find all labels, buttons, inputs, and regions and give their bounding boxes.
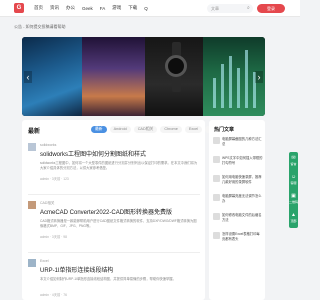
article-desc: 本文介绍如何制作URP-1l单指形连接线段结构图，并提供简单易懂的步骤，帮助你快…: [40, 277, 176, 281]
article-item[interactable]: CAD相关 AcmeCAD Converter2022-CAD图形转换器免费版 …: [28, 201, 200, 251]
article-tag[interactable]: solidworks: [40, 143, 56, 147]
sidebar-thumb[interactable]: [213, 213, 220, 220]
sidebar-item-label[interactable]: WPS文字中如何插入带框的打勾符号: [222, 156, 263, 165]
sidebar-thumb[interactable]: [213, 137, 220, 144]
sidebar-item[interactable]: 怎样设置Excel表格打印每页都有表头: [213, 232, 263, 250]
article-desc: CAD格式转换器是一款能够帮助用户进行CAD图纸文件格式转换的软件，支持DXF/…: [40, 219, 197, 228]
sidebar-item-label[interactable]: 怎样设置Excel表格打印每页都有表头: [222, 232, 263, 241]
slide-image[interactable]: [82, 37, 145, 116]
article-title[interactable]: AcmeCAD Converter2022-CAD图形转换器免费版: [40, 207, 172, 216]
bar-decor: [213, 78, 216, 108]
sidebar-item-label[interactable]: 电脑屏幕亮度无法调节怎么办: [222, 194, 263, 203]
top-navbar: G 首页 资讯 办公 Geek FA 游戏 下载 Q 文章 ⌕ 登录: [0, 0, 300, 17]
qrcode-icon: ▣: [291, 193, 296, 199]
nav-item-download[interactable]: 下载: [128, 5, 137, 11]
article-item[interactable]: Excel URP-1l单指形连接线段结构 本文介绍如何制作URP-1l单指形连…: [28, 259, 200, 300]
float-top-button[interactable]: ▲ 顶部: [289, 209, 298, 228]
sidebar-item-label[interactable]: 如何修改电脑文件的后缀名方法: [222, 213, 263, 222]
float-message-button[interactable]: ✉ 留言: [289, 152, 298, 171]
sidebar-thumb[interactable]: [213, 194, 220, 201]
nav-item-geek[interactable]: Geek: [82, 6, 93, 11]
tab-excel[interactable]: Excel: [184, 126, 203, 133]
article-meta: admin · 3天前 · 123: [40, 177, 69, 181]
section-title: 最新: [28, 129, 41, 135]
sidebar-item[interactable]: 如何用电脑快速录屏，推荐几款好用的录屏软件: [213, 175, 263, 193]
article-tag[interactable]: Excel: [40, 259, 49, 263]
sidebar-title: 热门文章: [214, 127, 235, 133]
divider: [28, 252, 200, 253]
bar-decor: [229, 56, 232, 108]
sidebar-item[interactable]: WPS文字中如何插入带框的打勾符号: [213, 156, 263, 174]
sidebar-thumb[interactable]: [213, 175, 220, 182]
site-logo[interactable]: G: [14, 3, 24, 13]
search-icon[interactable]: ⌕: [247, 5, 250, 11]
article-meta: admin · 4天前 · 76: [40, 293, 67, 297]
sidebar-item[interactable]: 电脑屏幕亮度无法调节怎么办: [213, 194, 263, 212]
slider-prev-button[interactable]: ‹: [24, 71, 32, 83]
nav-item-home[interactable]: 首页: [34, 5, 43, 11]
article-desc: solidworks工程图中，如何将一个大型零件的图纸进行分割并分别列出以保证打…: [40, 161, 198, 170]
slider-next-button[interactable]: ›: [255, 71, 263, 83]
sidebar-thumb[interactable]: [213, 156, 220, 163]
nav-item-fa[interactable]: FA: [100, 6, 106, 11]
bar-decor: [237, 68, 240, 108]
smile-icon: ☺: [290, 174, 297, 180]
notice-bar[interactable]: 公告 - 如何提交投稿请看帮助: [14, 24, 66, 30]
login-button[interactable]: 登录: [257, 4, 285, 13]
sidebar-item-label[interactable]: 电脑屏幕截图的几种方法汇总: [222, 137, 263, 146]
mail-icon: ✉: [291, 155, 296, 161]
article-item[interactable]: solidworks solidworks工程图中如何分割图纸和样式 solid…: [28, 143, 200, 193]
float-service-button[interactable]: ☺ 客服: [289, 171, 298, 190]
tab-chrome[interactable]: Chrome: [160, 126, 182, 133]
category-tabs: 最新 Android CAD相关 Chrome Excel 更多: [91, 126, 221, 133]
arrow-up-icon: ▲: [291, 212, 296, 218]
main-nav: 首页 资讯 办公 Geek FA 游戏 下载 Q: [34, 0, 155, 16]
slide-image[interactable]: [145, 37, 203, 116]
bar-decor: [221, 64, 224, 108]
article-meta: admin · 3天前 · 98: [40, 235, 67, 239]
nav-item-games[interactable]: 游戏: [112, 5, 121, 11]
sidebar-item[interactable]: 如何修改电脑文件的后缀名方法: [213, 213, 263, 231]
article-thumb[interactable]: [28, 201, 36, 209]
sidebar-item-label[interactable]: 如何用电脑快速录屏，推荐几款好用的录屏软件: [222, 175, 263, 184]
divider: [28, 194, 200, 195]
tab-latest[interactable]: 最新: [91, 126, 107, 133]
article-thumb[interactable]: [28, 143, 36, 151]
article-tag[interactable]: CAD相关: [40, 201, 54, 206]
article-title[interactable]: solidworks工程图中如何分割图纸和样式: [40, 149, 146, 158]
float-qrcode-button[interactable]: ▣ 二维码: [289, 190, 298, 209]
nav-item-news[interactable]: 资讯: [50, 5, 59, 11]
watch-face: [165, 55, 187, 77]
bar-decor: [245, 50, 248, 108]
tab-android[interactable]: Android: [109, 126, 131, 133]
sidebar-thumb[interactable]: [213, 232, 220, 239]
tab-cad[interactable]: CAD相关: [133, 126, 158, 133]
article-title[interactable]: URP-1l单指形连接线段结构: [40, 265, 113, 274]
sidebar-item[interactable]: 电脑屏幕截图的几种方法汇总: [213, 137, 263, 155]
hero-slider[interactable]: ‹ ›: [22, 37, 265, 116]
nav-item-q[interactable]: Q: [144, 6, 148, 11]
article-thumb[interactable]: [28, 259, 36, 267]
nav-item-office[interactable]: 办公: [66, 5, 75, 11]
